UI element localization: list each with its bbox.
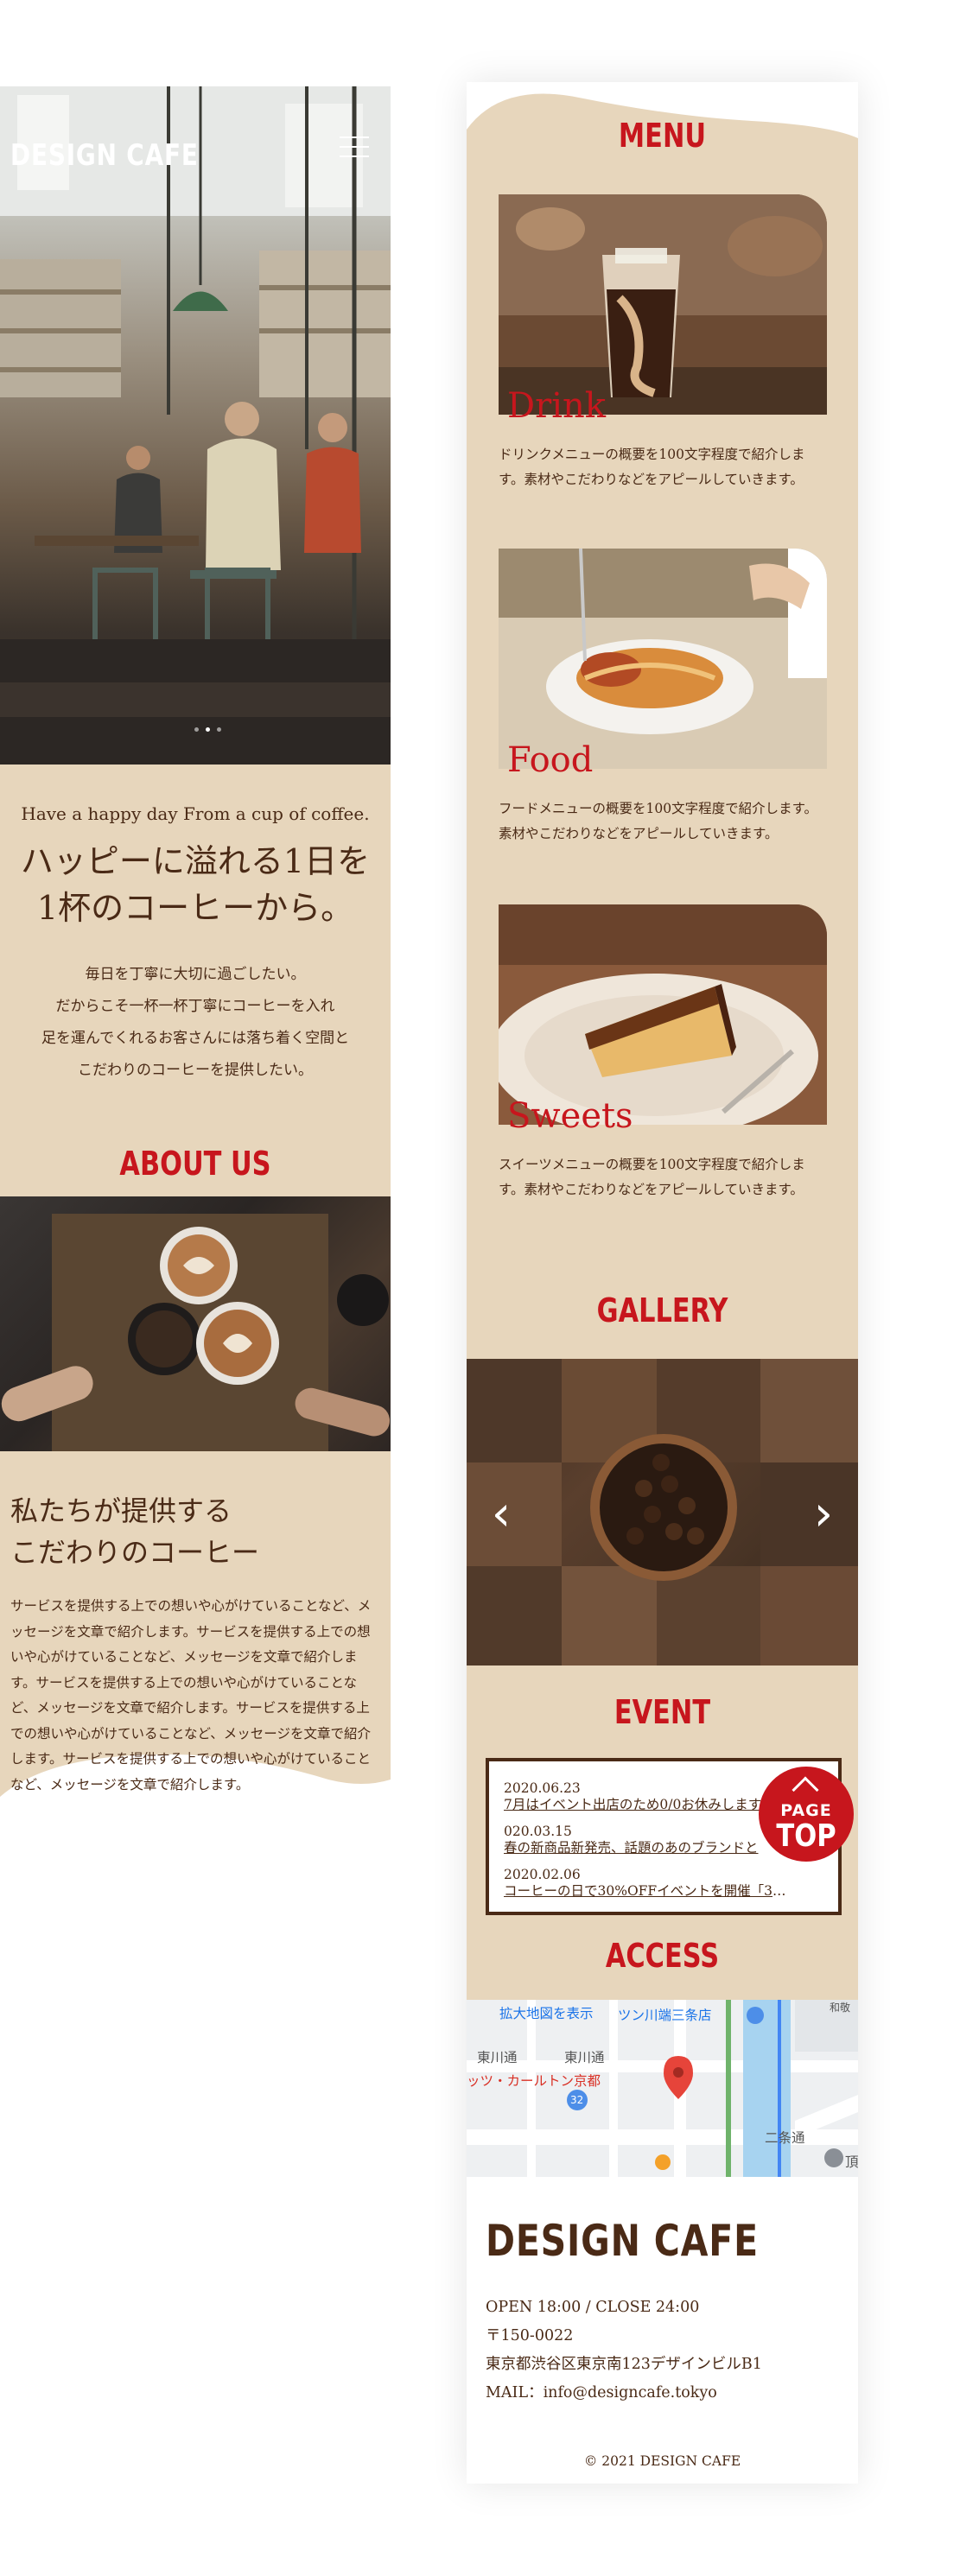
footer-hours: OPEN 18:00 / CLOSE 24:00 (486, 2299, 700, 2316)
slide-dot[interactable] (194, 727, 199, 732)
menu-desc-drink: ドリンクメニューの概要を100文字程度で紹介します。素材やこだわりなどをアピール… (499, 447, 805, 487)
coffee-beans-illustration (467, 1359, 858, 1666)
page-top-button[interactable]: PAGE TOP (759, 1767, 854, 1862)
menu-label-drink: Drink (507, 386, 606, 426)
copyright: © 2021 DESIGN CAFE (583, 2453, 741, 2469)
event-title: EVENT (614, 1693, 711, 1731)
about-heading: 私たちが提供する こだわりのコーヒー (10, 1494, 260, 1569)
hamburger-icon (340, 136, 369, 138)
slide-dot[interactable] (217, 727, 221, 732)
food-image (499, 549, 827, 769)
gallery-title: GALLERY (596, 1291, 728, 1329)
footer-info: OPEN 18:00 / CLOSE 24:00 〒150-0022 東京都渋谷… (486, 2294, 762, 2408)
headline: ハッピーに溢れる1日を 1杯のコーヒーから。 (20, 842, 371, 927)
event-item[interactable]: 2020.02.06 コーヒーの日で30%OFFイベントを開催「3日間… (504, 1867, 798, 1900)
access-title: ACCESS (605, 1937, 720, 1975)
cafe-interior-illustration (0, 86, 391, 765)
about-text: サービスを提供する上での想いや心がけていることなど、メッセージを文章で紹介します… (10, 1598, 372, 1792)
menu-card-food[interactable]: Food フードメニューの概要を100文字程度で紹介します。素材やこだわりなどを… (499, 549, 827, 841)
footer-zip: 〒150-0022 (486, 2327, 574, 2344)
chevron-up-icon (792, 1776, 819, 1804)
event-item[interactable]: 2020.06.23 7月はイベント出店のため0/0お休みします (504, 1780, 798, 1813)
chevron-left-icon[interactable]: ‹ (484, 1488, 518, 1540)
footer-logo[interactable]: DESIGN CAFE (486, 2216, 759, 2266)
footer-address: 東京都渋谷区東京南123デザインビルB1 (486, 2356, 762, 2373)
gallery-slider[interactable]: ‹ › (467, 1359, 858, 1666)
about-title: ABOUT US (119, 1145, 271, 1183)
menu-label-sweets: Sweets (507, 1096, 633, 1136)
footer-mail[interactable]: MAIL：info@designcafe.tokyo (486, 2379, 762, 2408)
hamburger-menu-button[interactable] (340, 136, 371, 162)
map-label: 東川通 (564, 2050, 605, 2065)
menu-label-food: Food (507, 740, 594, 780)
slide-dot[interactable] (206, 727, 210, 732)
coffee-cups-illustration (1, 1214, 391, 1451)
menu-title: MENU (618, 117, 707, 155)
drink-image (499, 194, 827, 415)
map-label: ツン川端三条店 (618, 2008, 712, 2023)
sweets-image (499, 904, 827, 1125)
right-panel: MENU Drink ドリンクメニューの概要を100文字程度で紹介します。素材や… (467, 82, 858, 2484)
tagline: Have a happy day From a cup of coffee. (21, 803, 370, 824)
left-panel: DESIGN CAFE Have a happy day From a cup … (0, 86, 391, 1918)
slider-dots (194, 727, 221, 732)
map-label: 32 (570, 2094, 584, 2106)
map-label: 和敬 (830, 2002, 851, 2014)
site-logo[interactable]: DESIGN CAFE (10, 138, 199, 173)
map-label: 二条通 (765, 2130, 805, 2146)
intro-body: 毎日を丁寧に大切に過ごしたい。 だからこそ一杯一杯丁寧にコーヒーを入れ 足を運ん… (41, 966, 350, 1079)
menu-card-sweets[interactable]: Sweets スイーツメニューの概要を100文字程度で紹介します。素材やこだわり… (499, 904, 827, 1197)
map-enlarge-link[interactable]: 拡大地図を表示 (499, 2003, 594, 2022)
menu-desc-food: フードメニューの概要を100文字程度で紹介します。素材やこだわりなどをアピールし… (499, 801, 818, 841)
map-label: 東川通 (477, 2050, 518, 2065)
map-label: 頂 (845, 2154, 858, 2170)
access-map[interactable]: 拡大地図を表示 ツン川端三条店 東川通 東川通 ッツ・カールトン京都 32 二条… (467, 2000, 858, 2177)
chevron-right-icon[interactable]: › (806, 1488, 841, 1540)
event-item[interactable]: 020.03.15 春の新商品新発売、話題のあのブランドと (504, 1824, 798, 1856)
map-label: ッツ・カールトン京都 (467, 2073, 601, 2089)
about-image (0, 1196, 391, 1451)
menu-card-drink[interactable]: Drink ドリンクメニューの概要を100文字程度で紹介します。素材やこだわりな… (499, 194, 827, 487)
menu-desc-sweets: スイーツメニューの概要を100文字程度で紹介します。素材やこだわりなどをアピール… (499, 1157, 805, 1197)
hero-image: DESIGN CAFE (0, 86, 391, 765)
